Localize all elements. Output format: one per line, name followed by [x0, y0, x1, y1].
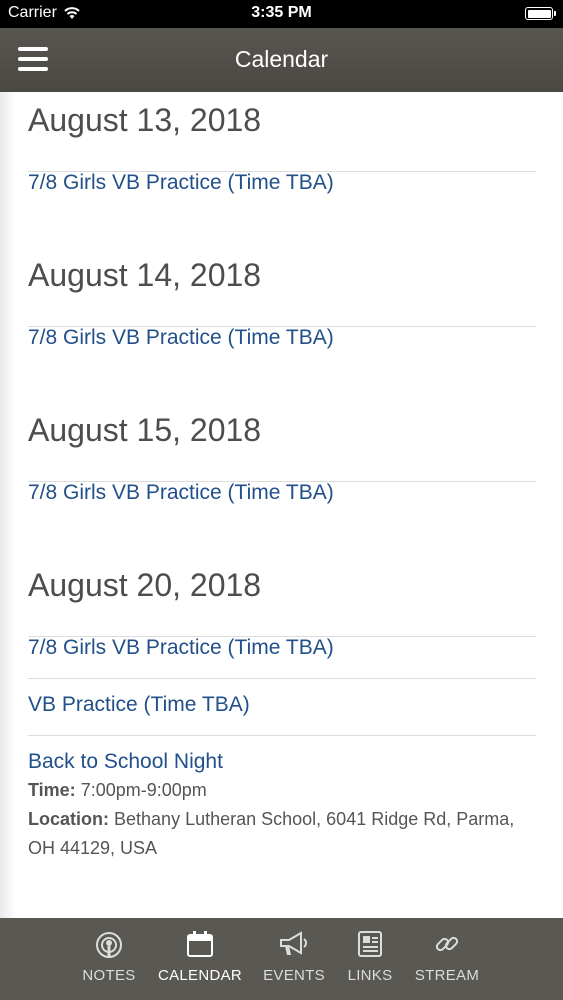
time-label: Time: — [28, 780, 76, 800]
status-time: 3:35 PM — [251, 4, 312, 21]
tab-label: STREAM — [414, 967, 480, 984]
event-title-link[interactable]: VB Practice (Time TBA) — [28, 694, 536, 715]
tab-stream[interactable]: STREAM — [402, 918, 492, 1000]
day-section: August 20, 2018 7/8 Girls VB Practice (T… — [28, 569, 536, 863]
day-heading: August 14, 2018 — [28, 257, 262, 293]
time-value: 7:00pm-9:00pm — [80, 780, 207, 800]
event-time: Time: 7:00pm-9:00pm — [28, 776, 536, 805]
megaphone-icon — [280, 931, 307, 955]
tab-label: NOTES — [82, 967, 136, 984]
tab-label: CALENDAR — [157, 967, 243, 984]
day-section: August 13, 2018 7/8 Girls VB Practice (T… — [28, 104, 536, 193]
tab-notes[interactable]: NOTES — [64, 918, 154, 1000]
day-heading: August 15, 2018 — [28, 412, 262, 448]
battery-icon — [525, 7, 556, 20]
event-title-link[interactable]: 7/8 Girls VB Practice (Time TBA) — [28, 637, 536, 658]
news-icon — [358, 931, 382, 957]
event-title-link[interactable]: 7/8 Girls VB Practice (Time TBA) — [28, 172, 536, 193]
calendar-list[interactable]: August 13, 2018 7/8 Girls VB Practice (T… — [0, 92, 563, 918]
event-item[interactable]: Back to School Night Time: 7:00pm-9:00pm… — [28, 735, 536, 863]
status-bar: Carrier 3:35 PM — [0, 0, 563, 28]
event-item[interactable]: VB Practice (Time TBA) — [28, 678, 536, 735]
page-title: Calendar — [234, 46, 329, 72]
event-title-link[interactable]: 7/8 Girls VB Practice (Time TBA) — [28, 482, 536, 503]
location-label: Location: — [28, 809, 109, 829]
event-title-link[interactable]: 7/8 Girls VB Practice (Time TBA) — [28, 327, 536, 348]
event-item[interactable]: 7/8 Girls VB Practice (Time TBA) — [28, 481, 536, 503]
podcast-icon — [96, 932, 122, 958]
event-item[interactable]: 7/8 Girls VB Practice (Time TBA) — [28, 636, 536, 678]
link-icon — [435, 936, 459, 952]
day-heading: August 13, 2018 — [28, 102, 262, 138]
event-item[interactable]: 7/8 Girls VB Practice (Time TBA) — [28, 171, 536, 193]
tab-bar: NOTES CALENDAR EVENTS LINKS STREAM — [0, 918, 563, 1000]
event-location: Location: Bethany Lutheran School, 6041 … — [28, 805, 536, 863]
tab-calendar[interactable]: CALENDAR — [155, 918, 245, 1000]
event-title-link[interactable]: Back to School Night — [28, 751, 536, 772]
calendar-icon — [187, 931, 213, 957]
event-item[interactable]: 7/8 Girls VB Practice (Time TBA) — [28, 326, 536, 348]
day-heading: August 20, 2018 — [28, 567, 262, 603]
day-section: August 14, 2018 7/8 Girls VB Practice (T… — [28, 259, 536, 348]
day-section: August 15, 2018 7/8 Girls VB Practice (T… — [28, 414, 536, 503]
nav-bar: Calendar — [0, 28, 563, 92]
